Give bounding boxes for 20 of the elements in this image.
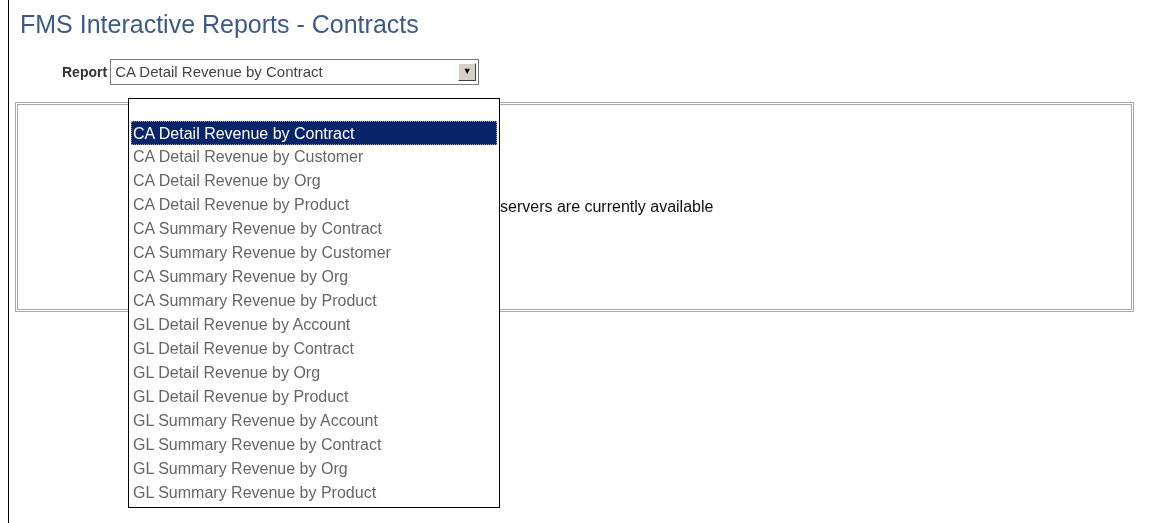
status-message: servers are currently available [500,197,714,217]
report-label: Report [62,62,108,82]
dropdown-option[interactable]: GL Detail Revenue by Contract [131,337,497,361]
dropdown-option[interactable]: GL Detail Revenue by Account [131,313,497,337]
dropdown-option[interactable]: CA Summary Revenue by Contract [131,217,497,241]
dropdown-option[interactable]: GL Summary Revenue by Product [131,481,497,505]
report-dropdown[interactable]: CA Detail Revenue by Contract ▼ [110,59,480,85]
dropdown-option[interactable]: CA Detail Revenue by Product [131,193,497,217]
dropdown-option[interactable]: CA Detail Revenue by Org [131,169,497,193]
dropdown-option[interactable]: GL Detail Revenue by Product [131,385,497,409]
dropdown-option[interactable]: CA Summary Revenue by Customer [131,241,497,265]
dropdown-option[interactable]: CA Summary Revenue by Product [131,289,497,313]
dropdown-option[interactable]: GL Summary Revenue by Contract [131,433,497,457]
dropdown-option[interactable]: GL Detail Revenue by Org [131,361,497,385]
page-title: FMS Interactive Reports - Contracts [20,9,419,40]
dropdown-option[interactable]: GL Summary Revenue by Account [131,409,497,433]
dropdown-option[interactable]: GL Summary Revenue by Org [131,457,497,481]
dropdown-option[interactable]: CA Detail Revenue by Customer [131,145,497,169]
dropdown-option[interactable]: CA Summary Revenue by Org [131,265,497,289]
dropdown-option[interactable]: CA Detail Revenue by Contract [131,121,497,145]
